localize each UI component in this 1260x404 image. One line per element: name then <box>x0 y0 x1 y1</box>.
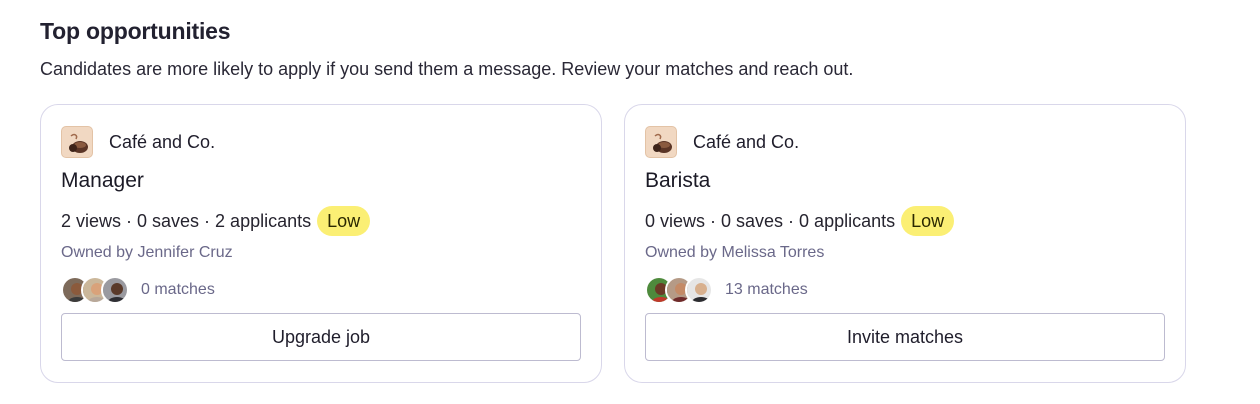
avatar <box>101 276 129 304</box>
job-owner: Owned by Jennifer Cruz <box>61 244 233 261</box>
opportunity-card: Café and Co. Manager 2 views · 0 saves ·… <box>40 104 602 383</box>
invite-matches-button[interactable]: Invite matches <box>645 313 1165 361</box>
job-title[interactable]: Manager <box>61 169 144 193</box>
status-badge: Low <box>317 206 371 236</box>
company-name: Café and Co. <box>693 131 800 152</box>
matches-row: 0 matches <box>61 276 215 304</box>
matches-row: 13 matches <box>645 276 808 304</box>
status-badge: Low <box>901 206 955 236</box>
matches-count[interactable]: 13 matches <box>725 281 808 299</box>
section-title: Top opportunities <box>40 18 231 44</box>
avatar <box>685 276 713 304</box>
coffee-cup-logo-icon <box>61 126 93 158</box>
company-row: Café and Co. <box>645 125 799 159</box>
company-name: Café and Co. <box>109 131 216 152</box>
avatar-stack <box>61 276 129 304</box>
job-stats-row: 0 views · 0 saves · 0 applicants Low <box>645 205 955 237</box>
job-stats: 2 views · 0 saves · 2 applicants <box>61 210 312 231</box>
upgrade-job-button[interactable]: Upgrade job <box>61 313 581 361</box>
coffee-cup-logo-icon <box>645 126 677 158</box>
job-title[interactable]: Barista <box>645 169 710 193</box>
section-subtitle: Candidates are more likely to apply if y… <box>40 59 854 79</box>
matches-count[interactable]: 0 matches <box>141 281 215 299</box>
job-owner: Owned by Melissa Torres <box>645 244 825 261</box>
job-stats: 0 views · 0 saves · 0 applicants <box>645 210 896 231</box>
company-row: Café and Co. <box>61 125 215 159</box>
job-stats-row: 2 views · 0 saves · 2 applicants Low <box>61 205 371 237</box>
avatar-stack <box>645 276 713 304</box>
opportunity-card: Café and Co. Barista 0 views · 0 saves ·… <box>624 104 1186 383</box>
